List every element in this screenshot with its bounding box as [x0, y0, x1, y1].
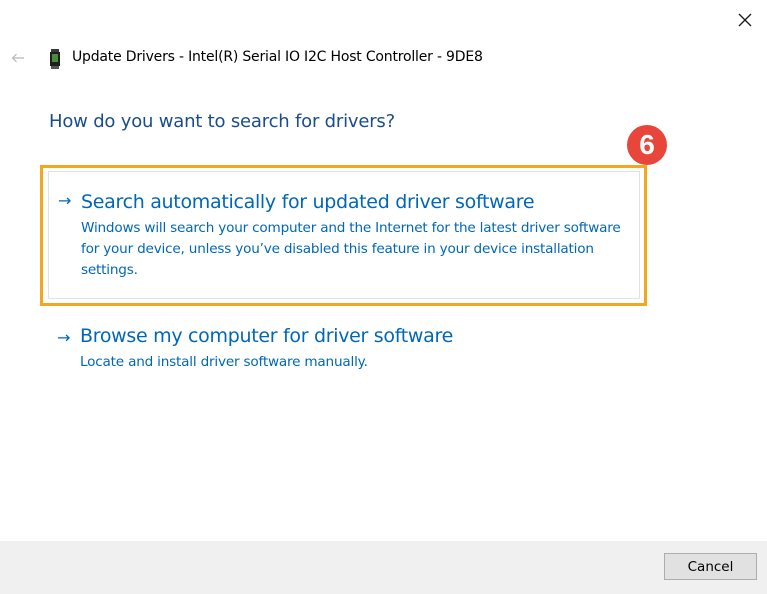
- browse-computer-option[interactable]: → Browse my computer for driver software…: [48, 318, 640, 382]
- back-arrow-icon: [11, 53, 24, 63]
- device-icon: [50, 49, 60, 69]
- page-heading: How do you want to search for drivers?: [49, 111, 395, 132]
- cancel-button[interactable]: Cancel: [664, 553, 757, 580]
- option-title: Search automatically for updated driver …: [81, 191, 535, 213]
- arrow-right-icon: →: [58, 191, 72, 210]
- option-description: Locate and install driver software manua…: [80, 354, 368, 370]
- close-button[interactable]: [730, 6, 760, 34]
- option-title: Browse my computer for driver software: [80, 325, 453, 347]
- option-description: Windows will search your computer and th…: [81, 220, 621, 278]
- window-title: Update Drivers - Intel(R) Serial IO I2C …: [72, 49, 483, 65]
- back-button[interactable]: [6, 46, 30, 70]
- close-icon: [738, 13, 752, 27]
- step-number-badge: 6: [627, 125, 667, 165]
- arrow-right-icon: →: [57, 328, 71, 347]
- search-automatically-option[interactable]: → Search automatically for updated drive…: [48, 171, 640, 299]
- dialog-footer: Cancel: [0, 541, 767, 594]
